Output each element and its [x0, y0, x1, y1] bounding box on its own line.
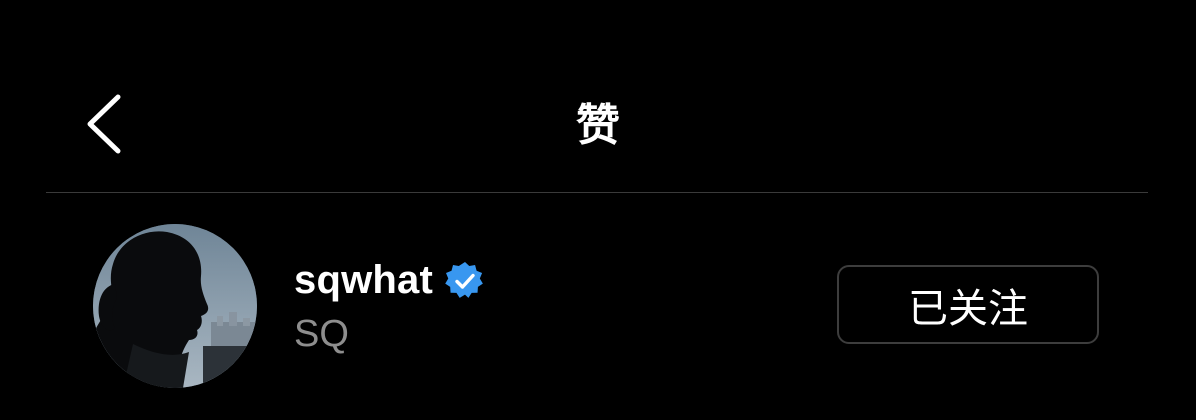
top-bar: 赞	[0, 0, 1196, 192]
username[interactable]: sqwhat	[294, 256, 433, 304]
list-item[interactable]: sqwhat SQ 已关注	[0, 220, 1196, 390]
verified-badge-icon	[445, 261, 483, 298]
avatar[interactable]	[93, 224, 257, 388]
header-divider	[46, 192, 1148, 193]
full-name: SQ	[294, 313, 349, 355]
username-line: sqwhat	[294, 256, 485, 304]
page-title: 赞	[576, 100, 620, 151]
following-button[interactable]: 已关注	[837, 265, 1099, 344]
